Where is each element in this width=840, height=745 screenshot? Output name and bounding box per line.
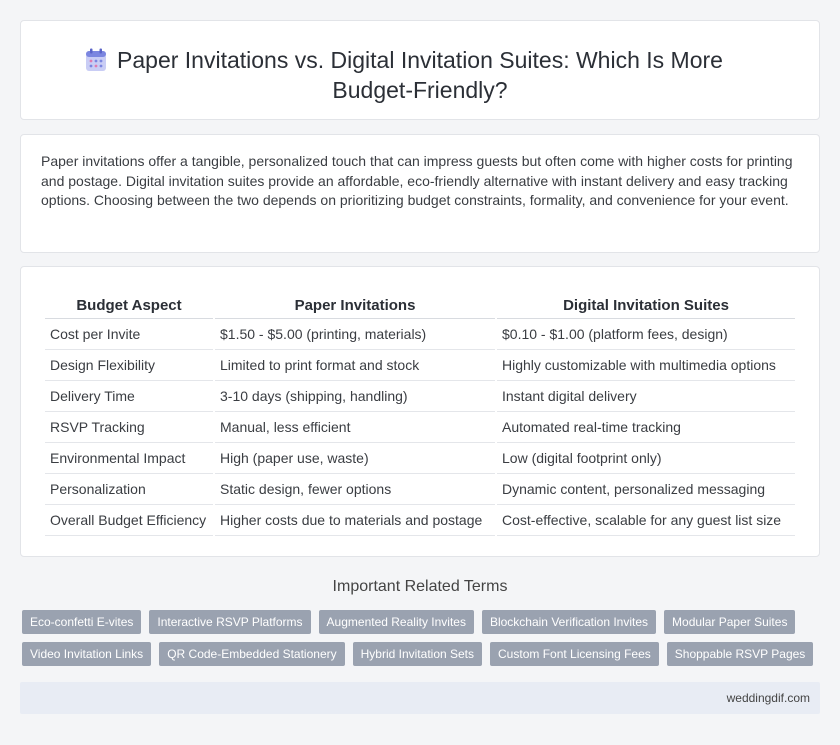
table-cell: Cost per Invite [45,319,213,350]
related-term-tag[interactable]: Video Invitation Links [22,642,152,666]
table-cell: Cost-effective, scalable for any guest l… [497,505,795,536]
tag-row: Video Invitation Links QR Code-Embedded … [22,642,814,666]
footer-site-link[interactable]: weddingdif.com [727,691,810,705]
table-cell: Environmental Impact [45,443,213,474]
calendar-icon [86,48,106,71]
related-term-tag[interactable]: Hybrid Invitation Sets [352,642,483,666]
table-row: Design Flexibility Limited to print form… [45,350,795,381]
table-header-row: Budget Aspect Paper Invitations Digital … [45,293,795,319]
column-header: Digital Invitation Suites [497,293,795,319]
comparison-table-card: Budget Aspect Paper Invitations Digital … [20,266,820,557]
table-cell: Overall Budget Efficiency [45,505,213,536]
title-card: Paper Invitations vs. Digital Invitation… [20,20,820,120]
footer: weddingdif.com [20,682,820,714]
table-cell: Personalization [45,474,213,505]
intro-card: Paper invitations offer a tangible, pers… [20,134,820,253]
table-cell: Instant digital delivery [497,381,795,412]
table-cell: 3-10 days (shipping, handling) [215,381,495,412]
column-header: Paper Invitations [215,293,495,319]
title-wrap: Paper Invitations vs. Digital Invitation… [21,45,819,105]
related-term-tag[interactable]: Interactive RSVP Platforms [149,610,311,634]
table-cell: Automated real-time tracking [497,412,795,443]
related-term-tag[interactable]: Custom Font Licensing Fees [490,642,659,666]
table-row: Cost per Invite $1.50 - $5.00 (printing,… [45,319,795,350]
table-cell: Static design, fewer options [215,474,495,505]
table-cell: Higher costs due to materials and postag… [215,505,495,536]
table-cell: RSVP Tracking [45,412,213,443]
related-term-tag[interactable]: QR Code-Embedded Stationery [159,642,345,666]
table-cell: Limited to print format and stock [215,350,495,381]
related-terms-heading: Important Related Terms [332,578,508,595]
tag-row: Eco-confetti E-vites Interactive RSVP Pl… [22,610,802,634]
related-term-tag[interactable]: Blockchain Verification Invites [481,610,657,634]
related-term-tag[interactable]: Modular Paper Suites [664,610,796,634]
intro-paragraph: Paper invitations offer a tangible, pers… [41,153,793,208]
table-row: RSVP Tracking Manual, less efficient Aut… [45,412,795,443]
table-row: Personalization Static design, fewer opt… [45,474,795,505]
related-terms-tags: Eco-confetti E-vites Interactive RSVP Pl… [22,610,814,674]
table-cell: High (paper use, waste) [215,443,495,474]
table-cell: Design Flexibility [45,350,213,381]
table-cell: Manual, less efficient [215,412,495,443]
table-cell: Low (digital footprint only) [497,443,795,474]
related-term-tag[interactable]: Shoppable RSVP Pages [666,642,814,666]
table-cell: Highly customizable with multimedia opti… [497,350,795,381]
table-row: Delivery Time 3-10 days (shipping, handl… [45,381,795,412]
page-title: Paper Invitations vs. Digital Invitation… [117,47,723,103]
comparison-table: Budget Aspect Paper Invitations Digital … [43,293,797,536]
table-cell: $0.10 - $1.00 (platform fees, design) [497,319,795,350]
related-term-tag[interactable]: Augmented Reality Invites [318,610,474,634]
table-row: Overall Budget Efficiency Higher costs d… [45,505,795,536]
table-cell: $1.50 - $5.00 (printing, materials) [215,319,495,350]
table-row: Environmental Impact High (paper use, wa… [45,443,795,474]
table-cell: Delivery Time [45,381,213,412]
column-header: Budget Aspect [45,293,213,319]
related-term-tag[interactable]: Eco-confetti E-vites [22,610,142,634]
table-cell: Dynamic content, personalized messaging [497,474,795,505]
